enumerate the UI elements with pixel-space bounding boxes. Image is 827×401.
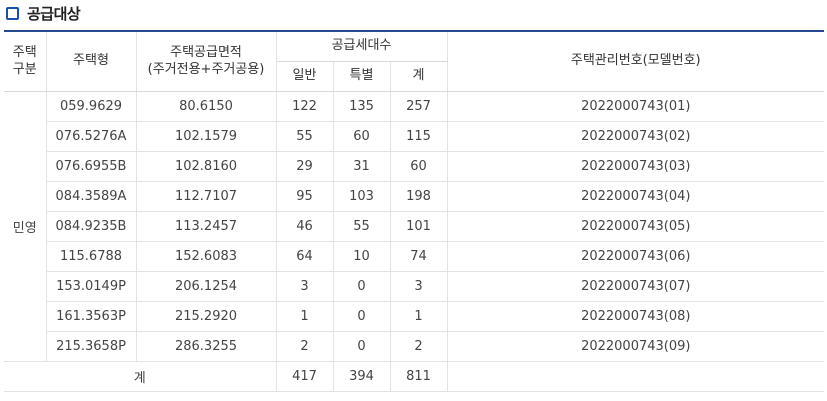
cell-area: 152.6083 (135, 241, 277, 272)
summary-general: 417 (275, 361, 333, 392)
header-general: 일반 (276, 61, 334, 92)
cell-area: 112.7107 (135, 181, 277, 212)
cell-special: 135 (332, 91, 391, 122)
cell-total: 2 (389, 331, 448, 362)
table-row: 084.9235B 113.2457 46 55 101 2022000743(… (4, 211, 825, 242)
summary-row: 계 417 394 811 (4, 361, 825, 392)
cell-area: 286.3255 (135, 331, 277, 362)
header-special: 특별 (332, 61, 391, 92)
cell-house-type: 084.3589A (46, 181, 137, 212)
cell-area: 80.6150 (135, 91, 277, 122)
cell-general: 64 (275, 241, 334, 272)
cell-total: 101 (389, 211, 448, 242)
header-supply-units: 공급세대수 (275, 30, 448, 62)
table-row: 153.0149P 206.1254 3 0 3 2022000743(07) (4, 271, 825, 302)
cell-area: 215.2920 (135, 301, 277, 332)
cell-total: 257 (389, 91, 448, 122)
cell-special: 0 (332, 271, 391, 302)
cell-area: 102.8160 (135, 151, 277, 182)
summary-special: 394 (332, 361, 390, 392)
cell-general: 122 (275, 91, 334, 122)
cell-house-type: 161.3563P (46, 301, 137, 332)
cell-total: 115 (389, 121, 448, 152)
table-row: 076.6955B 102.8160 29 31 60 2022000743(0… (4, 151, 825, 182)
header-management-number: 주택관리번호(모델번호) (446, 30, 825, 92)
header-supply-area: 주택공급면적 (주거전용+주거공용) (135, 30, 277, 92)
group-label: 민영 (4, 91, 47, 362)
summary-empty (446, 361, 825, 392)
cell-special: 10 (332, 241, 391, 272)
cell-total: 3 (389, 271, 448, 302)
cell-special: 55 (332, 211, 391, 242)
header-type-group: 주택 구분 (4, 30, 47, 92)
table-row: 115.6788 152.6083 64 10 74 2022000743(06… (4, 241, 825, 272)
cell-house-type: 215.3658P (46, 331, 137, 362)
table-row: 215.3658P 286.3255 2 0 2 2022000743(09) (4, 331, 825, 362)
section-header: 공급대상 (6, 0, 81, 26)
cell-general: 2 (275, 331, 334, 362)
cell-management-number: 2022000743(07) (446, 271, 825, 302)
square-bullet-icon (6, 6, 19, 20)
cell-total: 1 (389, 301, 448, 332)
cell-house-type: 059.9629 (45, 91, 137, 122)
cell-management-number: 2022000743(04) (446, 181, 825, 212)
summary-label: 계 (4, 361, 276, 392)
cell-special: 31 (332, 151, 391, 182)
header-supply-area-sub: (주거전용+주거공용) (147, 62, 265, 78)
cell-general: 55 (275, 121, 334, 152)
cell-area: 113.2457 (135, 211, 277, 242)
cell-general: 29 (275, 151, 334, 182)
section-title: 공급대상 (27, 4, 81, 23)
table-row: 076.5276A 102.1579 55 60 115 2022000743(… (4, 121, 825, 152)
cell-total: 198 (389, 181, 448, 212)
cell-house-type: 076.5276A (46, 121, 137, 152)
cell-general: 1 (275, 301, 334, 332)
cell-management-number: 2022000743(01) (446, 91, 825, 122)
cell-general: 46 (275, 211, 334, 242)
table-row: 084.3589A 112.7107 95 103 198 2022000743… (4, 181, 825, 212)
cell-area: 206.1254 (135, 271, 277, 302)
cell-general: 3 (275, 271, 334, 302)
cell-management-number: 2022000743(09) (446, 331, 825, 362)
supply-table: 주택 구분 주택형 주택공급면적 (주거전용+주거공용) 공급세대수 주택관리번… (4, 30, 825, 392)
summary-total: 811 (389, 361, 448, 392)
cell-house-type: 084.9235B (46, 211, 137, 242)
cell-management-number: 2022000743(06) (446, 241, 825, 272)
table-row: 161.3563P 215.2920 1 0 1 2022000743(08) (4, 301, 825, 332)
cell-house-type: 076.6955B (46, 151, 137, 182)
cell-special: 103 (332, 181, 391, 212)
cell-general: 95 (275, 181, 334, 212)
header-total: 계 (389, 61, 448, 92)
cell-management-number: 2022000743(03) (446, 151, 825, 182)
cell-special: 0 (332, 301, 391, 332)
cell-house-type: 153.0149P (46, 271, 137, 302)
cell-special: 0 (332, 331, 391, 362)
header-house-type: 주택형 (45, 30, 137, 92)
cell-management-number: 2022000743(05) (446, 211, 825, 242)
cell-management-number: 2022000743(02) (446, 121, 825, 152)
cell-area: 102.1579 (135, 121, 277, 152)
header-supply-area-main: 주택공급면적 (170, 44, 242, 60)
cell-house-type: 115.6788 (46, 241, 137, 272)
cell-management-number: 2022000743(08) (446, 301, 825, 332)
cell-total: 74 (389, 241, 448, 272)
table-row: 민영 059.9629 80.6150 122 135 257 20220007… (4, 91, 825, 362)
cell-special: 60 (332, 121, 391, 152)
cell-total: 60 (389, 151, 448, 182)
